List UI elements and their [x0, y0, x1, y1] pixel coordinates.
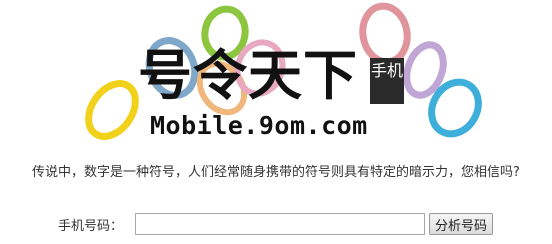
logo-domain: Mobile.9om.com [150, 111, 368, 140]
page: 号令天下 手机 Mobile.9om.com 传说中，数字是一种符号，人们经常随… [0, 0, 552, 244]
site-logo[interactable]: 号令天下 手机 Mobile.9om.com [0, 0, 552, 150]
logo-badge: 手机 [370, 58, 404, 104]
phone-number-label: 手机号码： [58, 218, 124, 234]
phone-number-input[interactable] [135, 213, 426, 235]
logo-title: 号令天下 [138, 44, 358, 107]
intro-question: 传说中，数字是一种符号，人们经常随身携带的符号则具有特定的暗示力，您相信吗? [32, 165, 520, 180]
ring-yellow-left [85, 80, 139, 140]
ring-rose [359, 2, 411, 66]
phone-analysis-form: 手机号码： 分析号码 [58, 212, 494, 236]
ring-cyan [428, 78, 482, 138]
analyze-number-button[interactable]: 分析号码 [429, 213, 494, 235]
